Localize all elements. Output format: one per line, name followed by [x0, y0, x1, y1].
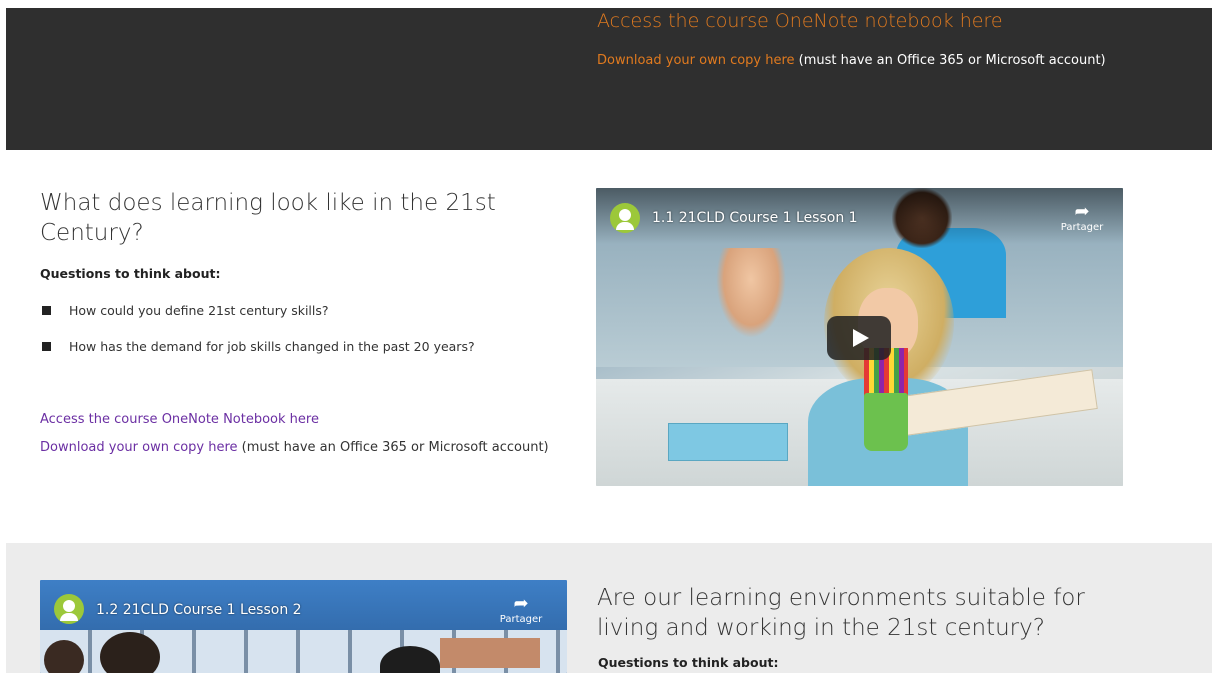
video-player-lesson2[interactable]: 1.2 21CLD Course 1 Lesson 2 ➦ Partager — [40, 580, 567, 673]
video-thumbnail-cup — [864, 393, 908, 451]
section2-heading: Are our learning environments suitable f… — [597, 585, 1085, 641]
share-button[interactable]: ➦ Partager — [1059, 201, 1105, 234]
share-label: Partager — [499, 614, 543, 625]
banner-download-link[interactable]: Download your own copy here — [597, 53, 795, 68]
banner-download-text: Download your own copy here (must have a… — [597, 50, 1157, 71]
section1-questions-label: Questions to think about: — [40, 266, 221, 281]
list-item: How could you define 21st century skills… — [42, 300, 475, 320]
section1-download-note: (must have an Office 365 or Microsoft ac… — [237, 440, 549, 455]
bullet-square-icon — [42, 341, 51, 351]
section1-question-list: How could you define 21st century skills… — [42, 300, 475, 372]
video-title[interactable]: 1.1 21CLD Course 1 Lesson 1 — [652, 210, 858, 226]
banner-download-note: (must have an Office 365 or Microsoft ac… — [794, 53, 1106, 68]
section1-notebook-link[interactable]: Access the course OneNote Notebook here — [40, 409, 570, 431]
video-thumbnail-child — [716, 248, 786, 338]
section1-download-text: Download your own copy here (must have a… — [40, 437, 570, 458]
share-arrow-icon: ➦ — [1074, 201, 1090, 222]
section1-links: Access the course OneNote Notebook here … — [40, 409, 570, 458]
onenote-banner: Access the course OneNote notebook here … — [6, 8, 1212, 150]
video-thumbnail-book — [668, 423, 788, 461]
video-thumbnail-board — [440, 638, 540, 668]
share-label: Partager — [1060, 222, 1104, 233]
video-player-lesson1[interactable]: 1.1 21CLD Course 1 Lesson 1 ➦ Partager — [596, 188, 1123, 486]
section1-heading: What does learning look like in the 21st… — [40, 190, 496, 246]
bullet-square-icon — [42, 305, 51, 315]
video-thumbnail-person — [44, 640, 84, 673]
video-title[interactable]: 1.2 21CLD Course 1 Lesson 2 — [96, 602, 302, 618]
banner-notebook-link[interactable]: Access the course OneNote notebook here — [597, 10, 1003, 32]
share-button[interactable]: ➦ Partager — [498, 593, 544, 626]
play-icon[interactable] — [827, 316, 891, 360]
list-item: How has the demand for job skills change… — [42, 336, 475, 356]
question-text: How has the demand for job skills change… — [69, 338, 475, 354]
channel-avatar-icon[interactable] — [54, 594, 84, 624]
channel-avatar-icon[interactable] — [610, 203, 640, 233]
section2-questions-label: Questions to think about: — [598, 655, 779, 670]
section1-download-link[interactable]: Download your own copy here — [40, 440, 238, 455]
share-arrow-icon: ➦ — [513, 593, 529, 614]
question-text: How could you define 21st century skills… — [69, 302, 329, 318]
